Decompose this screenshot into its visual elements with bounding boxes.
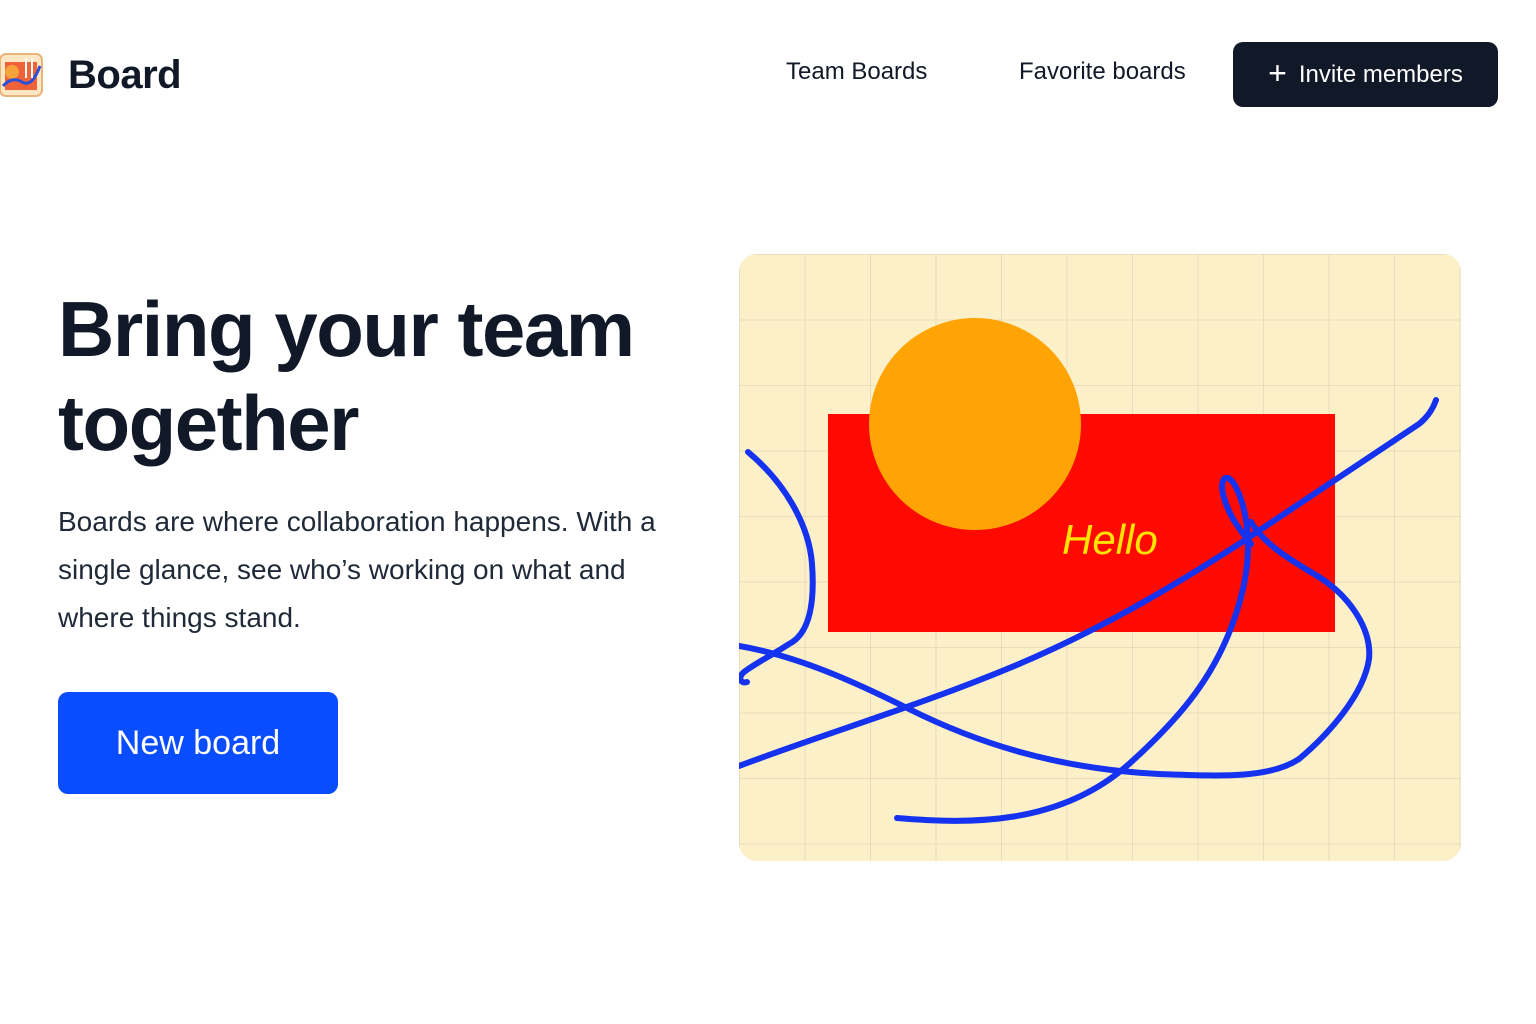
nav-favorite-boards[interactable]: Favorite boards <box>1019 58 1186 86</box>
orange-circle-shape <box>869 318 1081 530</box>
hero-title: Bring your team together <box>58 285 635 467</box>
hero-description: Boards are where collaboration happens. … <box>58 506 656 633</box>
board-preview-canvas: Hello <box>739 254 1461 861</box>
page: Board Team Boards Favorite boards + Invi… <box>0 0 1536 1024</box>
top-header: Board Team Boards Favorite boards + Invi… <box>0 0 1536 150</box>
new-board-button[interactable]: New board <box>58 692 338 794</box>
board-logo-icon <box>0 53 43 97</box>
logo-text: Board <box>68 52 182 97</box>
board-preview-drawing: Hello <box>739 318 1439 824</box>
hello-text: Hello <box>1062 516 1158 563</box>
plus-icon: + <box>1268 55 1287 91</box>
invite-members-button[interactable]: + Invite members <box>1233 42 1498 107</box>
invite-members-label: Invite members <box>1298 60 1463 88</box>
nav-team-boards[interactable]: Team Boards <box>786 58 927 86</box>
logo[interactable]: Board <box>0 52 182 98</box>
